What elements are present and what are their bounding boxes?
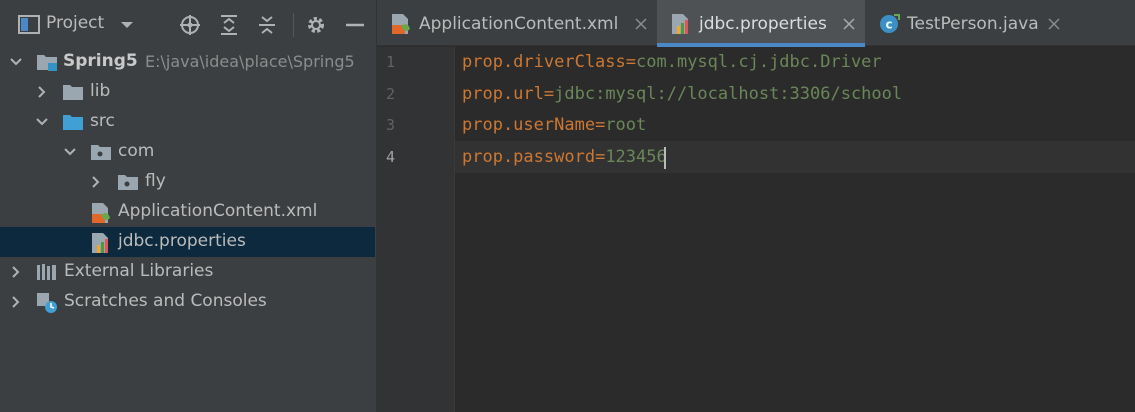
property-value: 123456: [605, 147, 667, 167]
tree-item-jdbc-properties[interactable]: jdbc.properties: [0, 227, 375, 257]
tree-item-label: lib: [90, 81, 111, 101]
line-number: 3: [386, 116, 396, 134]
code-line[interactable]: prop.userName=root: [462, 115, 646, 135]
tab-jdbc-properties[interactable]: jdbc.properties: [657, 0, 865, 47]
project-view-title[interactable]: Project: [46, 13, 104, 33]
tree-item-fly[interactable]: fly: [0, 167, 376, 197]
property-key: prop.password: [462, 147, 596, 167]
property-key: prop.userName: [462, 115, 596, 135]
tree-item-spring5[interactable]: Spring5 E:\java\idea\place\Spring5: [0, 47, 376, 77]
spring-xml-icon: [90, 202, 112, 223]
tab-label: ApplicationContent.xml: [419, 14, 619, 34]
property-value: root: [605, 115, 647, 135]
tree-item-label: Spring5: [63, 51, 138, 71]
folder-icon: [62, 82, 84, 102]
expand-all-icon[interactable]: [216, 12, 242, 38]
tree-item-label: Scratches and Consoles: [64, 291, 267, 311]
tree-item-label: com: [118, 141, 155, 161]
tree-item-scratches[interactable]: Scratches and Consoles: [0, 287, 376, 317]
toolbar-divider: [293, 13, 294, 37]
property-separator: =: [595, 147, 606, 167]
property-separator: =: [595, 115, 606, 135]
close-icon[interactable]: [634, 16, 648, 30]
tab-label: TestPerson.java: [907, 14, 1039, 34]
module-path: E:\java\idea\place\Spring5: [145, 52, 355, 71]
tab-applicationcontent-xml[interactable]: ApplicationContent.xml: [377, 0, 657, 46]
spring-xml-icon: [390, 13, 412, 35]
line-number: 1: [386, 53, 396, 71]
property-key: prop.url: [462, 84, 544, 104]
property-value: jdbc:mysql://localhost:3306/school: [554, 84, 903, 104]
property-separator: =: [543, 84, 555, 104]
property-key: prop.driverClass: [462, 52, 626, 72]
tree-item-label: src: [90, 111, 115, 131]
chevron-down-icon[interactable]: [62, 144, 78, 160]
package-icon: [117, 172, 139, 192]
properties-file-icon: [670, 13, 692, 35]
code-line[interactable]: prop.password=123456: [462, 147, 667, 167]
locate-file-icon[interactable]: [177, 12, 203, 38]
chevron-right-icon[interactable]: [8, 294, 24, 310]
tree-item-label: ApplicationContent.xml: [118, 201, 318, 221]
chevron-right-icon[interactable]: [34, 84, 50, 100]
close-icon[interactable]: [1047, 16, 1061, 30]
project-view-icon[interactable]: [16, 12, 42, 38]
tree-item-external-libraries[interactable]: External Libraries: [0, 257, 376, 287]
tree-item-label: fly: [145, 171, 166, 191]
properties-file-icon: [90, 232, 112, 253]
project-tree: Spring5 E:\java\idea\place\Spring5 lib s…: [0, 47, 376, 317]
chevron-down-icon[interactable]: [8, 54, 24, 70]
tree-item-applicationcontent-xml[interactable]: ApplicationContent.xml: [0, 197, 376, 227]
java-class-icon: c: [878, 13, 900, 35]
line-number: 4: [386, 148, 396, 166]
tab-testperson-java[interactable]: c TestPerson.java: [865, 0, 1075, 46]
tree-item-label: jdbc.properties: [118, 231, 246, 251]
tree-item-src[interactable]: src: [0, 107, 376, 137]
tab-label: jdbc.properties: [699, 14, 827, 34]
svg-text:c: c: [885, 18, 892, 32]
property-value: com.mysql.cj.jdbc.Driver: [636, 52, 882, 72]
project-header: Project: [0, 0, 376, 51]
chevron-down-icon[interactable]: [34, 114, 50, 130]
source-folder-icon: [62, 112, 84, 132]
close-icon[interactable]: [842, 16, 856, 30]
collapse-all-icon[interactable]: [254, 12, 280, 38]
text-caret: [664, 147, 666, 169]
hide-panel-icon[interactable]: [342, 12, 368, 38]
gear-icon[interactable]: [303, 12, 329, 38]
editor-tabs: ApplicationContent.xml jdbc.properties c…: [377, 0, 1135, 47]
line-number-gutter: 1 2 3 4: [377, 47, 455, 412]
editor-area: ApplicationContent.xml jdbc.properties c…: [376, 0, 1135, 412]
tree-item-lib[interactable]: lib: [0, 77, 376, 107]
line-number: 2: [386, 85, 396, 103]
code-line[interactable]: prop.url=jdbc:mysql://localhost:3306/sch…: [462, 84, 902, 104]
code-line[interactable]: prop.driverClass=com.mysql.cj.jdbc.Drive…: [462, 52, 882, 72]
module-folder-icon: [36, 52, 58, 72]
tree-item-com[interactable]: com: [0, 137, 376, 167]
chevron-right-icon[interactable]: [88, 174, 104, 190]
code-editor[interactable]: prop.driverClass=com.mysql.cj.jdbc.Drive…: [455, 47, 1135, 412]
scratches-icon: [36, 292, 58, 313]
chevron-down-icon[interactable]: [118, 16, 136, 34]
tree-item-label: External Libraries: [64, 261, 214, 281]
chevron-right-icon[interactable]: [8, 264, 24, 280]
property-separator: =: [625, 52, 637, 72]
project-tool-window: Project Spring5 E:\java\idea\place\Sprin…: [0, 0, 376, 412]
package-icon: [90, 142, 112, 162]
library-icon: [36, 262, 58, 282]
